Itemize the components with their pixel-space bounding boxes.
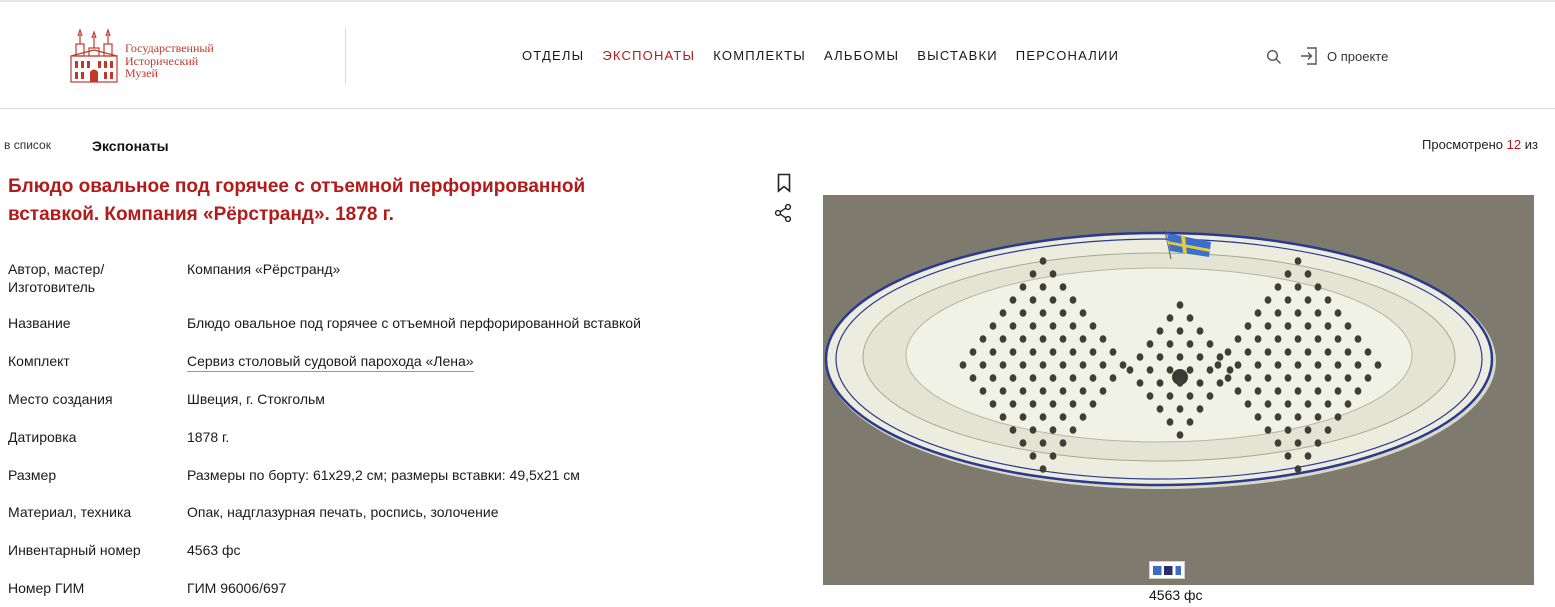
property-value: Швеция, г. Стокгольм bbox=[187, 391, 325, 407]
property-value: Блюдо овальное под горячее с отъемной пе… bbox=[187, 315, 641, 331]
viewed-counter: Просмотрено 12 из bbox=[1422, 137, 1538, 152]
property-value: 1878 г. bbox=[187, 429, 230, 445]
nav-item-departments[interactable]: ОТДЕЛЫ bbox=[522, 48, 584, 63]
viewed-suffix: из bbox=[1521, 137, 1538, 152]
property-value: 4563 фс bbox=[187, 542, 241, 558]
back-to-list-link[interactable]: в список bbox=[4, 138, 51, 152]
museum-logo[interactable]: Государственный Исторический Музей bbox=[68, 28, 238, 86]
museum-name-line3: Музей bbox=[125, 66, 158, 80]
nav-item-exhibitions[interactable]: ВЫСТАВКИ bbox=[917, 48, 998, 63]
about-project-link[interactable]: О проекте bbox=[1327, 49, 1388, 64]
property-label: Материал, техника bbox=[8, 504, 132, 520]
property-label: Инвентарный номер bbox=[8, 542, 141, 558]
site-header: Государственный Исторический Музей ОТДЕЛ… bbox=[0, 2, 1555, 109]
section-label: Экспонаты bbox=[92, 138, 169, 154]
viewed-count: 12 bbox=[1506, 137, 1522, 152]
login-icon bbox=[1301, 47, 1317, 65]
museum-name-line1: Государственный bbox=[125, 41, 214, 55]
bookmark-icon bbox=[777, 173, 791, 193]
property-value: Размеры по борту: 61х29,2 см; размеры вс… bbox=[187, 467, 580, 483]
share-icon bbox=[774, 203, 792, 223]
nav-item-albums[interactable]: АЛЬБОМЫ bbox=[824, 48, 899, 63]
photo-thumbnail[interactable] bbox=[1149, 561, 1185, 579]
share-button[interactable] bbox=[773, 203, 793, 223]
search-button[interactable] bbox=[1266, 49, 1282, 65]
property-label: Размер bbox=[8, 467, 57, 483]
header-divider bbox=[345, 28, 346, 84]
search-icon bbox=[1266, 49, 1281, 64]
exhibit-title: Блюдо овальное под горячее с отъемной пе… bbox=[8, 176, 586, 225]
set-link[interactable]: Сервиз столовый судовой парохода «Лена» bbox=[187, 352, 474, 372]
property-label: Автор, мастер/ Изготовитель bbox=[8, 261, 105, 295]
image-caption: 4563 фс bbox=[1149, 587, 1203, 603]
nav-item-persons[interactable]: ПЕРСОНАЛИИ bbox=[1016, 48, 1119, 63]
property-value: Компания «Рёрстранд» bbox=[187, 261, 341, 277]
login-button[interactable] bbox=[1299, 46, 1319, 66]
property-label: Название bbox=[8, 315, 71, 331]
thumbnail-image bbox=[1153, 566, 1181, 575]
main-nav: ОТДЕЛЫ ЭКСПОНАТЫ КОМПЛЕКТЫ АЛЬБОМЫ ВЫСТА… bbox=[522, 48, 1119, 63]
property-value: ГИМ 96006/697 bbox=[187, 580, 287, 596]
museum-building-icon bbox=[70, 28, 118, 83]
exhibit-photo[interactable] bbox=[823, 195, 1534, 585]
property-label: Место создания bbox=[8, 391, 113, 407]
viewed-prefix: Просмотрено bbox=[1422, 137, 1507, 152]
property-label: Комплект bbox=[8, 353, 70, 369]
nav-item-exhibits[interactable]: ЭКСПОНАТЫ bbox=[602, 48, 695, 63]
property-label: Датировка bbox=[8, 429, 77, 445]
bookmark-button[interactable] bbox=[776, 173, 792, 193]
property-value: Опак, надглазурная печать, роспись, золо… bbox=[187, 504, 499, 520]
museum-name: Государственный Исторический Музей bbox=[125, 42, 214, 80]
oval-dish-image bbox=[824, 230, 1496, 489]
property-label: Номер ГИМ bbox=[8, 580, 85, 596]
nav-item-collections[interactable]: КОМПЛЕКТЫ bbox=[713, 48, 806, 63]
